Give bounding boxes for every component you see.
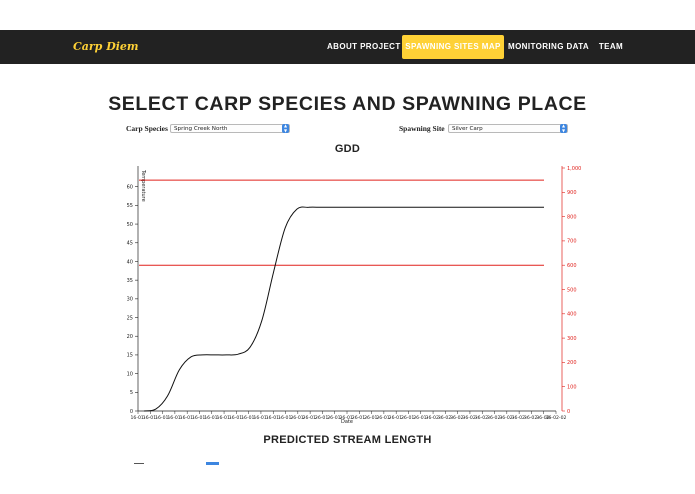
y2-tick-label: 700 — [567, 239, 577, 245]
y-tick-label: 55 — [127, 203, 133, 209]
y-tick-label: 45 — [127, 241, 133, 247]
x-tick-label: 36-02-02 — [546, 415, 567, 421]
y2-tick-label: 800 — [567, 214, 577, 220]
y2-tick-label: 100 — [567, 385, 577, 391]
predicted-stream-length-title: PREDICTED STREAM LENGTH — [263, 434, 432, 446]
y-tick-label: 50 — [127, 222, 133, 228]
y2-tick-label: 0 — [567, 409, 570, 415]
y2-tick-label: 1,000 — [567, 166, 581, 172]
y2-tick-label: 900 — [567, 190, 577, 196]
legend-stub — [134, 463, 144, 464]
y-tick-label: 10 — [127, 371, 133, 377]
legend-swatch — [206, 462, 219, 465]
y-tick-label: 5 — [130, 390, 133, 396]
y-tick-label: 30 — [127, 297, 133, 303]
gdd-chart: Temperature Date 05101520253035404550556… — [127, 166, 582, 425]
y-tick-label: 25 — [127, 315, 133, 321]
y-tick-label: 15 — [127, 353, 133, 359]
y-tick-label: 40 — [127, 259, 133, 265]
y-axis-label: Temperature — [140, 169, 146, 202]
y-tick-label: 60 — [127, 184, 133, 190]
y2-tick-label: 200 — [567, 360, 577, 366]
y-tick-label: 35 — [127, 278, 133, 284]
y2-tick-label: 500 — [567, 287, 577, 293]
temperature-series-line — [143, 206, 544, 412]
y-tick-label: 0 — [130, 409, 133, 415]
y-tick-label: 20 — [127, 334, 133, 340]
y2-tick-label: 300 — [567, 336, 577, 342]
y2-tick-label: 400 — [567, 312, 577, 318]
y2-tick-label: 600 — [567, 263, 577, 269]
